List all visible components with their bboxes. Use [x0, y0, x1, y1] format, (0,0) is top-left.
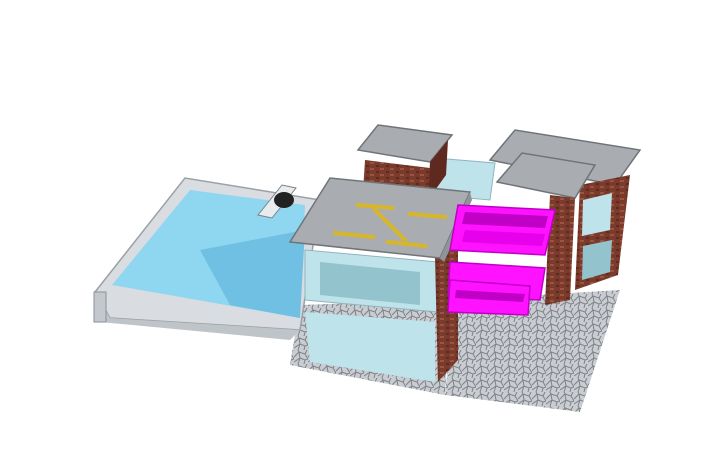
magenta-shelves	[447, 204, 556, 316]
house-model-scene	[93, 124, 642, 412]
